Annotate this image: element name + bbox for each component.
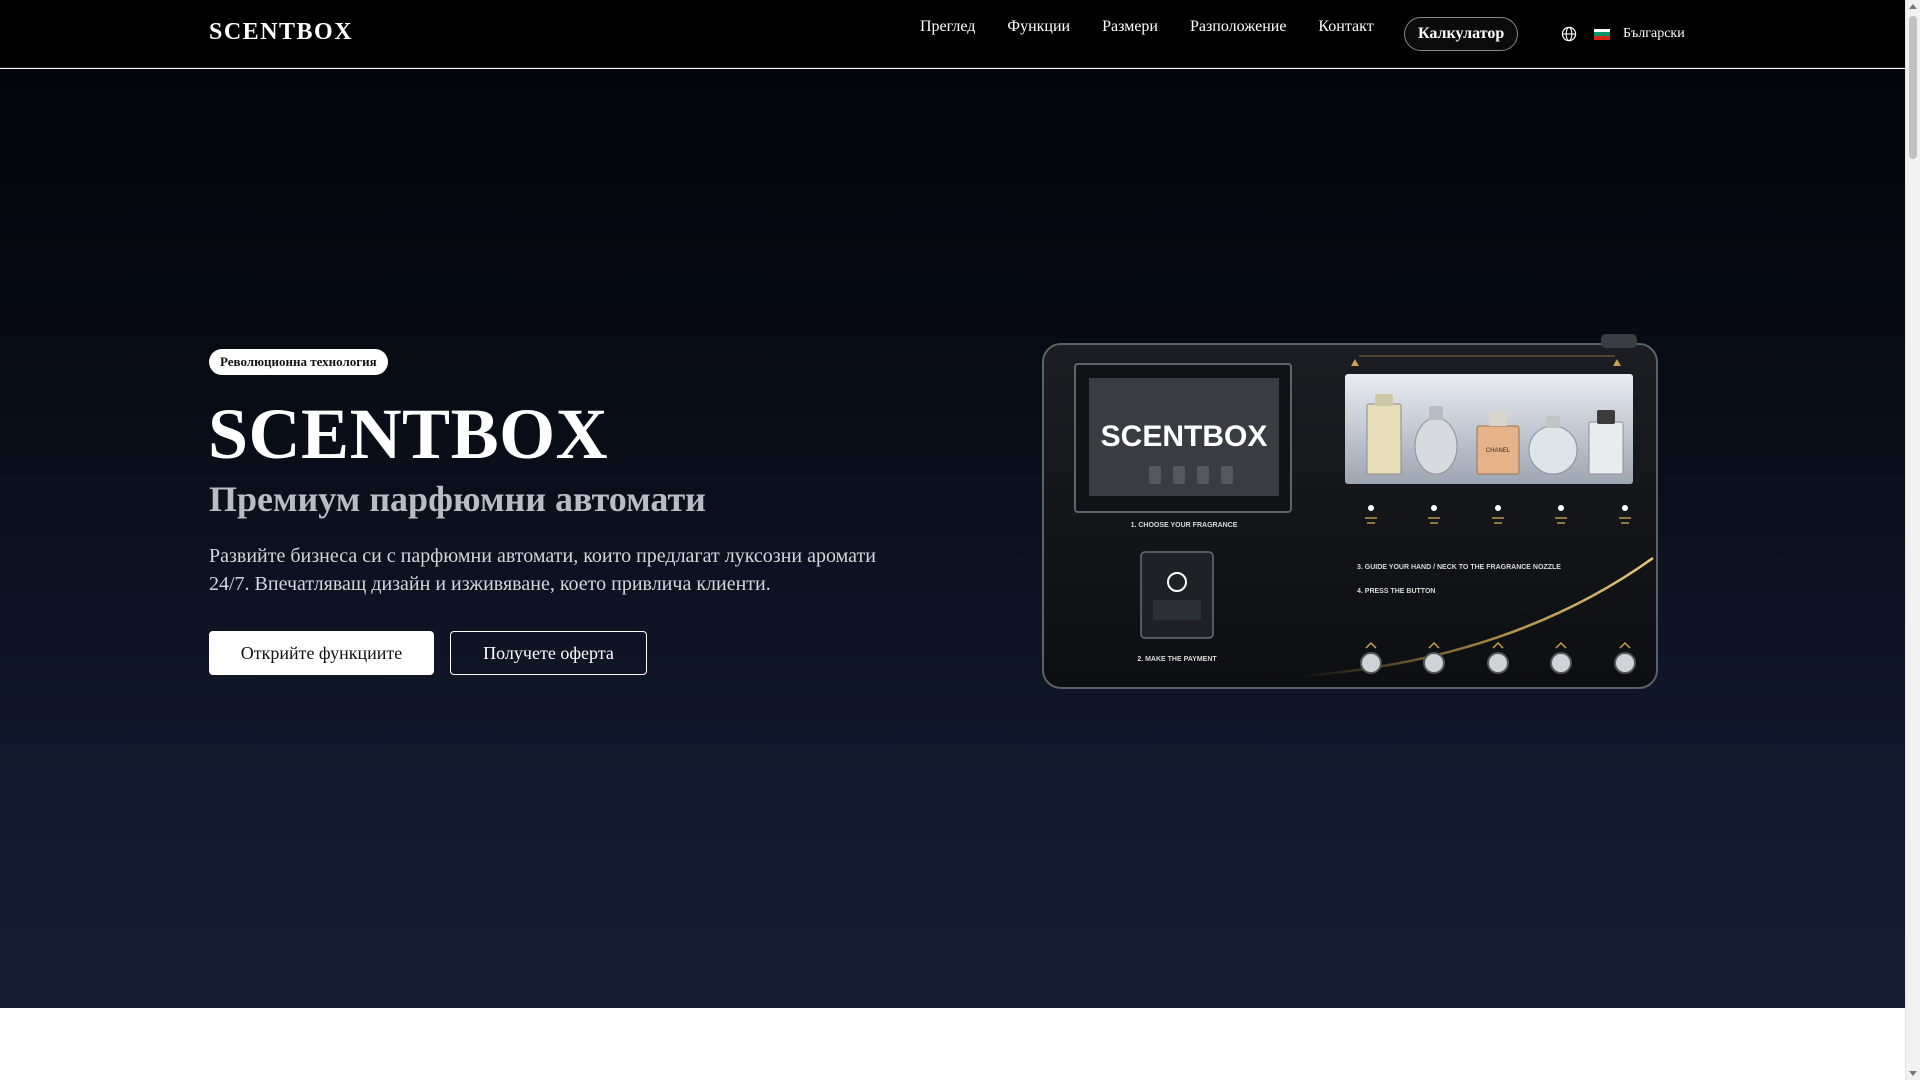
- nav-link-placement[interactable]: Разположение: [1190, 18, 1286, 36]
- get-quote-button[interactable]: Получете оферта: [450, 631, 647, 675]
- calculator-button[interactable]: Калкулатор: [1404, 17, 1519, 51]
- step-3-label: 3. GUIDE YOUR HAND / NECK TO THE FRAGRAN…: [1357, 564, 1561, 571]
- nav-link-features[interactable]: Функции: [1007, 18, 1070, 36]
- screen-bottle-thumb: [1197, 466, 1209, 484]
- discover-features-button[interactable]: Открийте функциите: [209, 631, 434, 675]
- page: SCENTBOX Преглед Функции Размери Разполо…: [0, 0, 1905, 1080]
- language-label: Български: [1623, 26, 1685, 41]
- scrollbar-thumb[interactable]: [1909, 16, 1917, 159]
- screen-bottle-thumb: [1221, 466, 1233, 484]
- nav-link-overview[interactable]: Преглед: [920, 18, 975, 36]
- step-1-label: 1. CHOOSE YOUR FRAGRANCE: [1131, 522, 1238, 529]
- scroll-up-arrow-icon[interactable]: [1909, 4, 1917, 9]
- perfume-bottle: [1366, 403, 1402, 475]
- nav-link-sizes[interactable]: Размери: [1102, 18, 1158, 36]
- vending-machine-image: SCENTBOX 1. CHOOSE YOUR FRAGRANCE 2. MAK…: [1042, 334, 1658, 689]
- perfume-bottle-cap: [1489, 412, 1507, 426]
- perfume-bottle-cap: [1375, 394, 1393, 406]
- vertical-scrollbar[interactable]: [1905, 0, 1920, 1080]
- hero-badge: Революционна технология: [209, 349, 388, 375]
- globe-icon[interactable]: [1561, 26, 1577, 42]
- step-2-label: 2. MAKE THE PAYMENT: [1137, 656, 1217, 663]
- scroll-down-arrow-icon[interactable]: [1909, 1071, 1917, 1076]
- payment-keypad: [1153, 600, 1201, 620]
- flag-stripe-red: [1594, 35, 1610, 40]
- nav-link-contact[interactable]: Контакт: [1318, 18, 1373, 36]
- step-4-label: 4. PRESS THE BUTTON: [1357, 588, 1435, 595]
- screen-logo-text: SCENTBOX: [1101, 420, 1268, 453]
- hero-description: Развийте бизнеса си с парфюмни автомати,…: [209, 545, 876, 595]
- bulgarian-flag-icon: [1594, 28, 1610, 40]
- hero-subtitle: Премиум парфюмни автомати: [209, 479, 706, 519]
- top-navigation-bar: SCENTBOX Преглед Функции Размери Разполо…: [0, 0, 1905, 68]
- perfume-bottle-cap: [1546, 416, 1560, 428]
- hero-title: SCENTBOX: [208, 394, 609, 474]
- machine-top-sensor: [1601, 334, 1637, 348]
- brand-logo[interactable]: SCENTBOX: [209, 19, 353, 46]
- screen-bottle-thumb: [1173, 466, 1185, 484]
- perfume-bottle-cap: [1429, 406, 1443, 420]
- bottle-label-text: CHANEL: [1486, 448, 1511, 454]
- perfume-bottle: [1528, 425, 1578, 475]
- screen-bottle-thumb: [1149, 466, 1161, 484]
- perfume-bottle: [1588, 421, 1624, 475]
- perfume-bottle-cap: [1597, 410, 1615, 424]
- perfume-bottle: [1414, 417, 1458, 475]
- main-nav: Преглед Функции Размери Разположение Кон…: [920, 18, 1406, 36]
- language-selector[interactable]: Български: [1594, 26, 1685, 42]
- payment-terminal: [1140, 551, 1214, 639]
